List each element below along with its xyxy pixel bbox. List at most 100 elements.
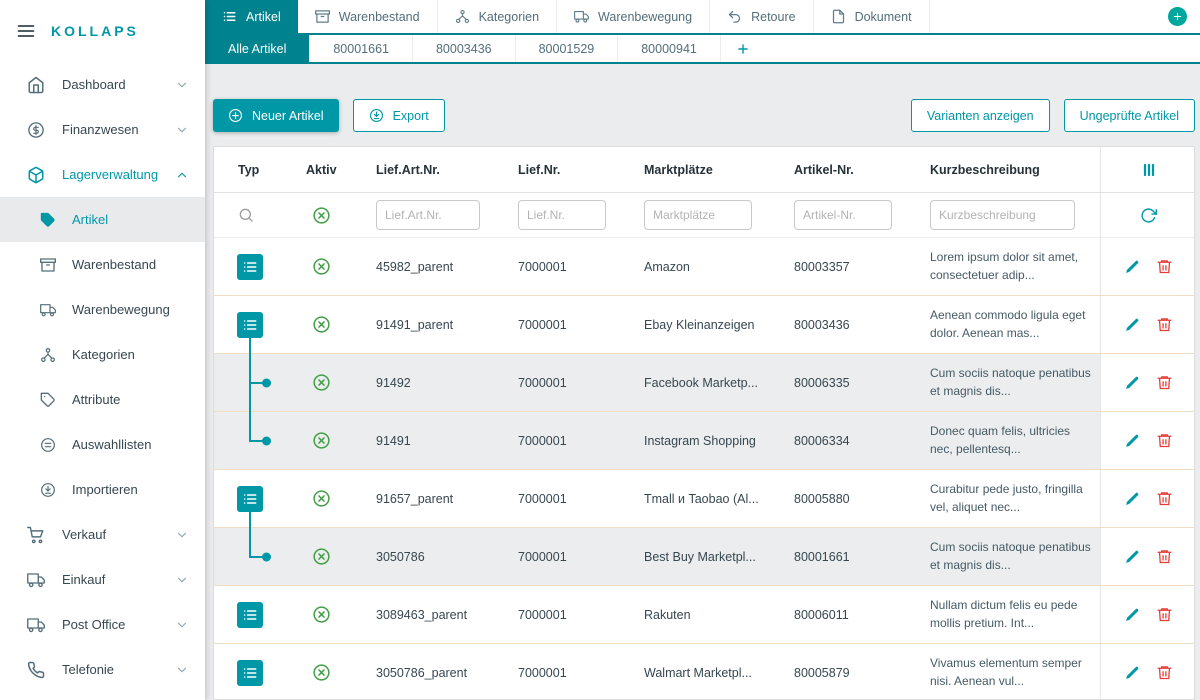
tab-warenbewegung[interactable]: Warenbewegung	[557, 0, 710, 33]
delete-icon[interactable]	[1156, 664, 1173, 681]
sidebar-item-kategorien[interactable]: Kategorien	[0, 332, 205, 377]
sidebar-item-finanzwesen[interactable]: Finanzwesen	[0, 107, 205, 152]
edit-icon[interactable]	[1124, 374, 1141, 391]
refresh-icon[interactable]	[1140, 207, 1157, 224]
edit-icon[interactable]	[1124, 258, 1141, 275]
show-variants-button[interactable]: Varianten anzeigen	[911, 99, 1050, 132]
table-row[interactable]: 45982_parent 7000001 Amazon 80003357 Lor…	[214, 238, 1194, 296]
delete-icon[interactable]	[1156, 316, 1173, 333]
plus-icon	[1172, 11, 1183, 22]
marktplatz-cell: Rakuten	[624, 586, 774, 643]
edit-icon[interactable]	[1124, 432, 1141, 449]
col-header-marktplaetze: Marktplätze	[624, 147, 774, 192]
artikel-nr-cell: 80003436	[774, 296, 910, 353]
active-filter-icon[interactable]	[312, 206, 331, 225]
sidebar-item-telefonie[interactable]: Telefonie	[0, 647, 205, 692]
column-settings-cell	[1100, 147, 1195, 192]
delete-icon[interactable]	[1156, 548, 1173, 565]
truck-icon	[574, 9, 589, 24]
sidebar-item-warenbewegung[interactable]: Warenbewegung	[0, 287, 205, 332]
sidebar-item-warenbestand[interactable]: Warenbestand	[0, 242, 205, 287]
edit-icon[interactable]	[1124, 548, 1141, 565]
filter-kurzbeschreibung-input[interactable]	[930, 200, 1075, 230]
lief-nr-cell: 7000001	[498, 296, 624, 353]
return-arrow-icon	[727, 9, 742, 24]
edit-icon[interactable]	[1124, 316, 1141, 333]
lief-art-nr-cell: 3089463_parent	[356, 586, 498, 643]
type-cell	[214, 296, 286, 353]
edit-icon[interactable]	[1124, 664, 1141, 681]
document-icon	[831, 9, 846, 24]
marktplatz-cell: Instagram Shopping	[624, 412, 774, 469]
article-type-icon[interactable]	[237, 602, 263, 628]
logo-row: KOLLAPS	[0, 0, 205, 62]
sidebar-item-auswahllisten[interactable]: Auswahllisten	[0, 422, 205, 467]
article-tab[interactable]: 80003436	[413, 35, 516, 62]
delete-icon[interactable]	[1156, 490, 1173, 507]
article-tab[interactable]: 80001529	[516, 35, 619, 62]
app-window: KOLLAPS Dashboard Finanzwesen Lagerverwa…	[0, 0, 1200, 700]
table-row[interactable]: 91491_parent 7000001 Ebay Kleinanzeigen …	[214, 296, 1194, 354]
add-article-tab-button[interactable]	[721, 35, 765, 62]
delete-icon[interactable]	[1156, 606, 1173, 623]
active-cell	[286, 412, 356, 469]
table-row[interactable]: 3089463_parent 7000001 Rakuten 80006011 …	[214, 586, 1194, 644]
filter-lief-nr-input[interactable]	[518, 200, 606, 230]
active-status-icon	[312, 373, 331, 392]
filter-lief-art-nr-input[interactable]	[376, 200, 480, 230]
filter-active-cell	[286, 193, 356, 237]
active-status-icon	[312, 315, 331, 334]
dollar-circle-icon	[27, 121, 45, 139]
sidebar-item-label: Finanzwesen	[62, 122, 139, 137]
sidebar-item-lagerverwaltung[interactable]: Lagerverwaltung	[0, 152, 205, 197]
export-button[interactable]: Export	[353, 99, 445, 132]
chevron-up-icon	[175, 168, 189, 182]
sidebar-nav: Dashboard Finanzwesen Lagerverwaltung Ar…	[0, 62, 205, 692]
table-filter-row	[214, 193, 1194, 238]
tab-artikel[interactable]: Artikel	[205, 0, 298, 33]
new-article-button[interactable]: Neuer Artikel	[213, 99, 339, 132]
article-type-icon[interactable]	[237, 486, 263, 512]
sidebar-item-verkauf[interactable]: Verkauf	[0, 512, 205, 557]
delete-icon[interactable]	[1156, 374, 1173, 391]
article-type-icon[interactable]	[237, 312, 263, 338]
sidebar-item-post-office[interactable]: Post Office	[0, 602, 205, 647]
tab-kategorien[interactable]: Kategorien	[438, 0, 557, 33]
columns-icon[interactable]	[1141, 162, 1157, 178]
marktplatz-cell: Facebook Marketp...	[624, 354, 774, 411]
article-type-icon[interactable]	[237, 660, 263, 686]
article-tab[interactable]: 80000941	[618, 35, 721, 62]
sidebar-item-artikel[interactable]: Artikel	[0, 197, 205, 242]
article-tab[interactable]: 80001661	[310, 35, 413, 62]
article-type-icon[interactable]	[237, 254, 263, 280]
article-tab-alle[interactable]: Alle Artikel	[205, 35, 310, 62]
table-row[interactable]: 91492 7000001 Facebook Marketp... 800063…	[214, 354, 1194, 412]
unchecked-articles-button[interactable]: Ungeprüfte Artikel	[1064, 99, 1195, 132]
tab-retoure[interactable]: Retoure	[710, 0, 813, 33]
active-status-icon	[312, 489, 331, 508]
sidebar: KOLLAPS Dashboard Finanzwesen Lagerverwa…	[0, 0, 205, 700]
active-status-icon	[312, 431, 331, 450]
tab-dokument[interactable]: Dokument	[814, 0, 930, 33]
sidebar-item-importieren[interactable]: Importieren	[0, 467, 205, 512]
tab-label: Warenbestand	[339, 10, 420, 24]
table-header-row: Typ Aktiv Lief.Art.Nr. Lief.Nr. Marktplä…	[214, 147, 1194, 193]
table-row[interactable]: 91491 7000001 Instagram Shopping 8000633…	[214, 412, 1194, 470]
table-row[interactable]: 3050786_parent 7000001 Walmart Marketpl.…	[214, 644, 1194, 700]
sidebar-item-einkauf[interactable]: Einkauf	[0, 557, 205, 602]
edit-icon[interactable]	[1124, 490, 1141, 507]
sidebar-item-label: Post Office	[62, 617, 125, 632]
filter-marktplaetze-input[interactable]	[644, 200, 752, 230]
hamburger-menu-icon[interactable]	[16, 21, 36, 41]
delete-icon[interactable]	[1156, 258, 1173, 275]
add-tab-button[interactable]	[1168, 7, 1187, 26]
delete-icon[interactable]	[1156, 432, 1173, 449]
table-row[interactable]: 91657_parent 7000001 Tmall и Taobao (Al.…	[214, 470, 1194, 528]
filter-artikel-nr-input[interactable]	[794, 200, 892, 230]
tab-warenbestand[interactable]: Warenbestand	[298, 0, 438, 33]
sidebar-item-dashboard[interactable]: Dashboard	[0, 62, 205, 107]
type-cell	[214, 644, 286, 700]
table-row[interactable]: 3050786 7000001 Best Buy Marketpl... 800…	[214, 528, 1194, 586]
edit-icon[interactable]	[1124, 606, 1141, 623]
sidebar-item-attribute[interactable]: Attribute	[0, 377, 205, 422]
